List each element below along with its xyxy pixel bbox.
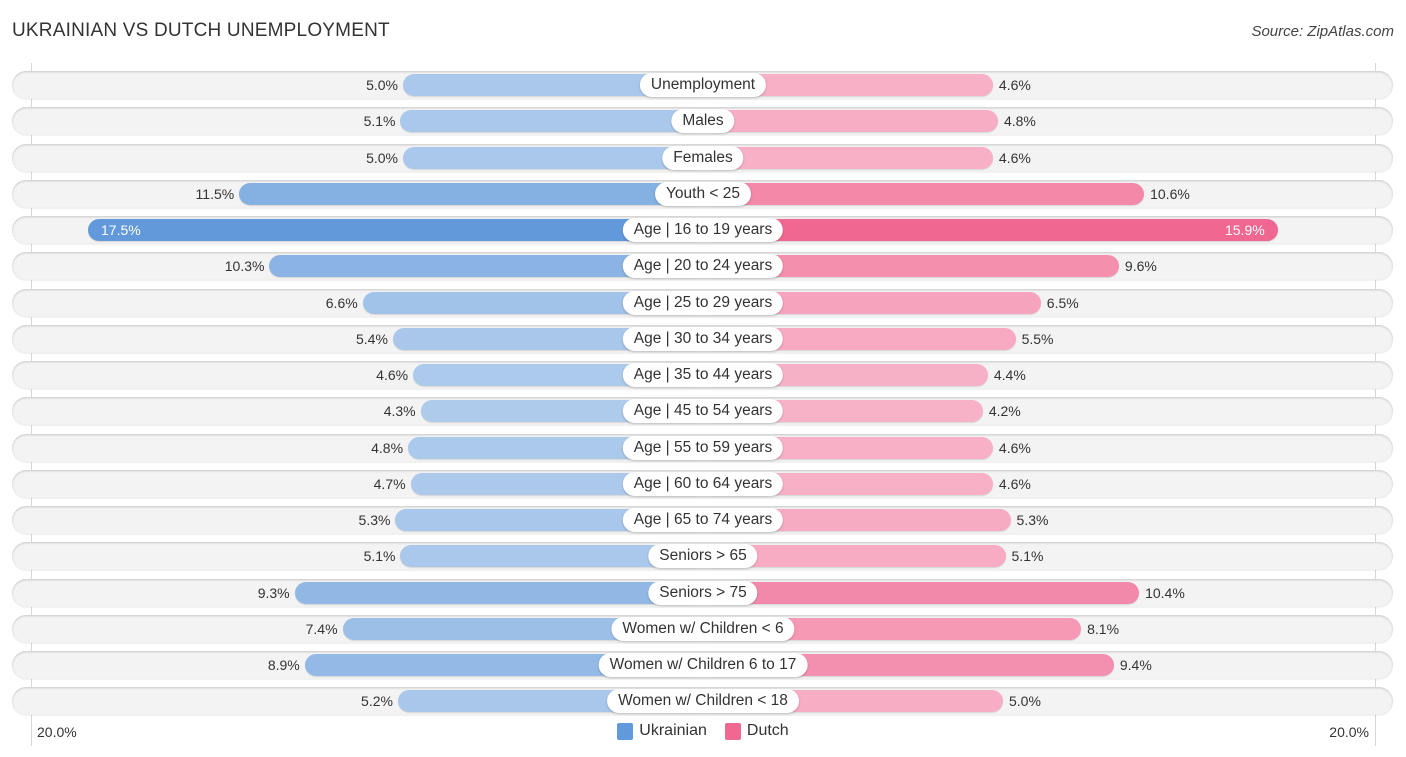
value-label-dutch: 4.4% — [993, 367, 1026, 383]
legend-label-ukrainian: Ukrainian — [639, 722, 707, 739]
value-label-dutch: 5.5% — [1021, 330, 1054, 347]
value-label-dutch: 4.2% — [988, 403, 1021, 420]
category-label: Age | 45 to 54 years — [622, 399, 784, 424]
bar-ukrainian[interactable] — [88, 219, 703, 241]
value-label-dutch: 4.6% — [998, 149, 1031, 166]
category-label: Age | 30 to 34 years — [622, 326, 784, 351]
value-label-ukrainian: 17.5% — [101, 222, 141, 238]
category-label: Seniors > 65 — [648, 544, 758, 569]
value-label-dutch: 4.6% — [998, 439, 1031, 456]
source-label: Source: ZipAtlas.com — [1251, 23, 1394, 40]
value-label-dutch: 4.6% — [998, 475, 1031, 492]
category-label: Youth < 25 — [655, 181, 751, 206]
value-label-ukrainian: 4.8% — [371, 439, 404, 456]
category-label: Women w/ Children < 18 — [607, 689, 799, 714]
category-label: Age | 16 to 19 years — [622, 218, 784, 242]
category-label: Women w/ Children 6 to 17 — [598, 653, 808, 677]
category-label: Unemployment — [639, 73, 767, 97]
bar-ukrainian[interactable] — [294, 581, 703, 604]
value-label-ukrainian: 10.3% — [224, 258, 265, 275]
value-label-dutch: 15.9% — [1224, 222, 1265, 238]
value-label-dutch: 8.1% — [1087, 620, 1120, 637]
value-label-ukrainian: 5.1% — [363, 548, 396, 565]
category-label: Seniors > 75 — [648, 580, 758, 605]
value-label-ukrainian: 5.3% — [358, 512, 391, 528]
legend-swatch-ukrainian — [617, 722, 634, 740]
legend-swatch-dutch — [724, 722, 741, 740]
value-label-ukrainian: 5.1% — [363, 113, 396, 130]
value-label-dutch: 9.6% — [1124, 258, 1157, 275]
bar-ukrainian[interactable] — [403, 146, 703, 169]
value-label-ukrainian: 5.0% — [366, 149, 398, 166]
value-label-dutch: 5.0% — [1009, 693, 1041, 710]
legend-item-dutch[interactable]: Dutch — [724, 722, 789, 740]
value-label-dutch: 5.1% — [1011, 548, 1044, 565]
bar-dutch[interactable] — [703, 182, 1145, 205]
value-label-dutch: 4.8% — [1003, 113, 1036, 130]
category-label: Age | 35 to 44 years — [622, 363, 784, 387]
value-label-ukrainian: 5.0% — [366, 77, 398, 93]
value-label-dutch: 5.3% — [1016, 512, 1049, 528]
category-label: Age | 65 to 74 years — [622, 508, 784, 532]
legend: Ukrainian Dutch — [0, 722, 1406, 740]
value-label-ukrainian: 5.4% — [356, 330, 388, 347]
value-label-dutch: 6.5% — [1046, 294, 1079, 311]
value-label-dutch: 10.6% — [1150, 185, 1190, 202]
category-label: Females — [662, 145, 744, 170]
bar-dutch[interactable] — [703, 110, 998, 133]
category-label: Women w/ Children < 6 — [611, 616, 795, 641]
value-label-dutch: 9.4% — [1119, 657, 1152, 673]
chart-title: UKRAINIAN VS DUTCH UNEMPLOYMENT — [12, 20, 390, 41]
bar-ukrainian[interactable] — [400, 110, 703, 133]
value-label-ukrainian: 11.5% — [195, 185, 235, 202]
value-label-dutch: 10.4% — [1145, 584, 1185, 601]
value-label-ukrainian: 5.2% — [361, 693, 393, 710]
legend-label-dutch: Dutch — [746, 722, 789, 739]
value-label-ukrainian: 7.4% — [305, 620, 338, 637]
bar-dutch[interactable] — [703, 219, 1278, 241]
category-label: Age | 20 to 24 years — [622, 254, 784, 279]
bar-ukrainian[interactable] — [239, 182, 703, 205]
bar-dutch[interactable] — [703, 581, 1140, 604]
value-label-ukrainian: 6.6% — [325, 294, 358, 311]
legend-item-ukrainian[interactable]: Ukrainian — [617, 722, 707, 740]
value-label-ukrainian: 8.9% — [267, 657, 300, 673]
category-label: Age | 25 to 29 years — [622, 290, 784, 315]
category-label: Age | 60 to 64 years — [622, 471, 784, 496]
category-label: Age | 55 to 59 years — [622, 435, 784, 460]
value-label-ukrainian: 9.3% — [257, 584, 290, 601]
value-label-dutch: 4.6% — [998, 77, 1031, 93]
value-label-ukrainian: 4.7% — [373, 475, 406, 492]
bar-dutch[interactable] — [703, 146, 993, 169]
value-label-ukrainian: 4.6% — [376, 367, 409, 383]
category-label: Males — [671, 109, 735, 134]
value-label-ukrainian: 4.3% — [383, 403, 416, 420]
